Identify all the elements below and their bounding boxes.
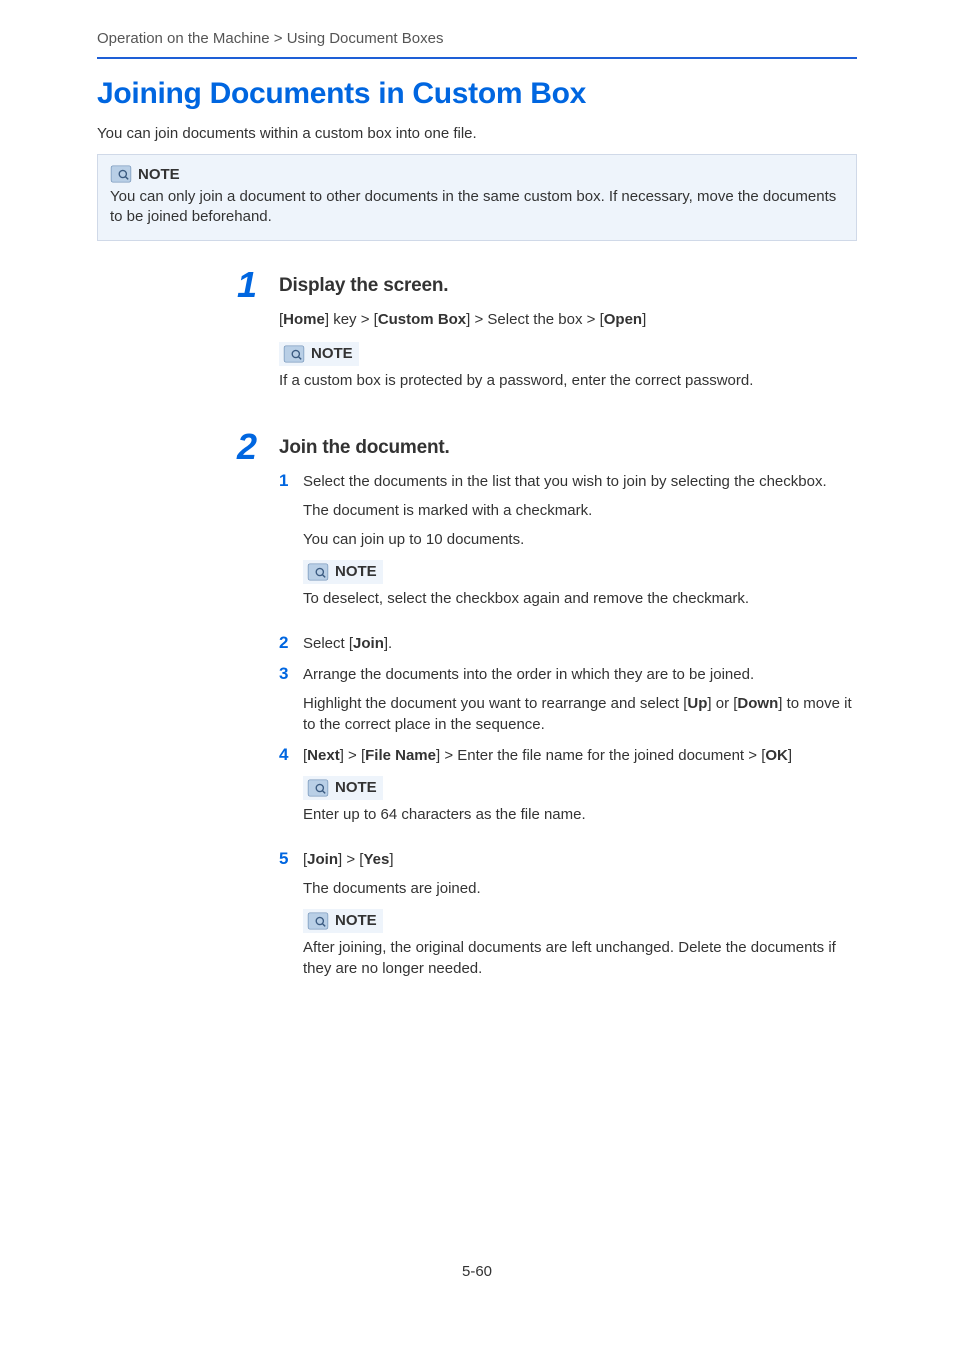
page-title: Joining Documents in Custom Box	[97, 77, 857, 111]
substep-number: 4	[279, 745, 303, 765]
substep-text: The documents are joined.	[303, 878, 857, 899]
note-icon	[307, 563, 329, 581]
substep-text: Arrange the documents into the order in …	[303, 664, 857, 685]
note-inline: NOTE After joining, the original documen…	[303, 909, 857, 979]
note-box: NOTE You can only join a document to oth…	[97, 154, 857, 241]
note-icon	[307, 779, 329, 797]
substep-number: 3	[279, 664, 303, 684]
note-inline: NOTE If a custom box is protected by a p…	[279, 342, 857, 391]
substep-number: 5	[279, 849, 303, 869]
note-label: NOTE	[138, 166, 180, 183]
header-divider	[97, 57, 857, 59]
substep-text: Highlight the document you want to rearr…	[303, 693, 857, 735]
substep-1: 1 Select the documents in the list that …	[279, 471, 857, 623]
note-icon	[283, 345, 305, 363]
note-inline: NOTE Enter up to 64 characters as the fi…	[303, 776, 857, 825]
note-label: NOTE	[335, 779, 377, 796]
intro-text: You can join documents within a custom b…	[97, 125, 857, 142]
note-icon	[307, 912, 329, 930]
note-label: NOTE	[335, 912, 377, 929]
substep-text: Select [Join].	[303, 633, 857, 654]
substep-3: 3 Arrange the documents into the order i…	[279, 664, 857, 735]
substep-text: You can join up to 10 documents.	[303, 529, 857, 550]
step-heading: Join the document.	[279, 437, 857, 459]
substep-4: 4 [Next] > [File Name] > Enter the file …	[279, 745, 857, 839]
substep-text: Select the documents in the list that yo…	[303, 471, 857, 492]
step-2: 2 Join the document. 1 Select the docume…	[237, 433, 857, 1003]
note-body-text: If a custom box is protected by a passwo…	[279, 370, 857, 391]
substep-5: 5 [Join] > [Yes] The documents are joine…	[279, 849, 857, 993]
page-number: 5-60	[97, 1263, 857, 1280]
note-body-text: To deselect, select the checkbox again a…	[303, 588, 857, 609]
note-label: NOTE	[335, 563, 377, 580]
substep-text: [Next] > [File Name] > Enter the file na…	[303, 745, 857, 766]
step-number: 2	[237, 429, 271, 465]
note-body-text: Enter up to 64 characters as the file na…	[303, 804, 857, 825]
substep-text: [Join] > [Yes]	[303, 849, 857, 870]
substep-text: The document is marked with a checkmark.	[303, 500, 857, 521]
breadcrumb: Operation on the Machine > Using Documen…	[97, 30, 857, 47]
note-body-text: You can only join a document to other do…	[110, 187, 844, 228]
step-1: 1 Display the screen. [Home] key > [Cust…	[237, 271, 857, 405]
note-body-text: After joining, the original documents ar…	[303, 937, 857, 979]
substep-number: 1	[279, 471, 303, 491]
step-navigation-path: [Home] key > [Custom Box] > Select the b…	[279, 309, 857, 330]
note-icon	[110, 165, 132, 183]
step-number: 1	[237, 267, 271, 303]
substep-2: 2 Select [Join].	[279, 633, 857, 654]
substep-number: 2	[279, 633, 303, 653]
note-inline: NOTE To deselect, select the checkbox ag…	[303, 560, 857, 609]
note-label: NOTE	[311, 345, 353, 362]
step-heading: Display the screen.	[279, 275, 857, 297]
